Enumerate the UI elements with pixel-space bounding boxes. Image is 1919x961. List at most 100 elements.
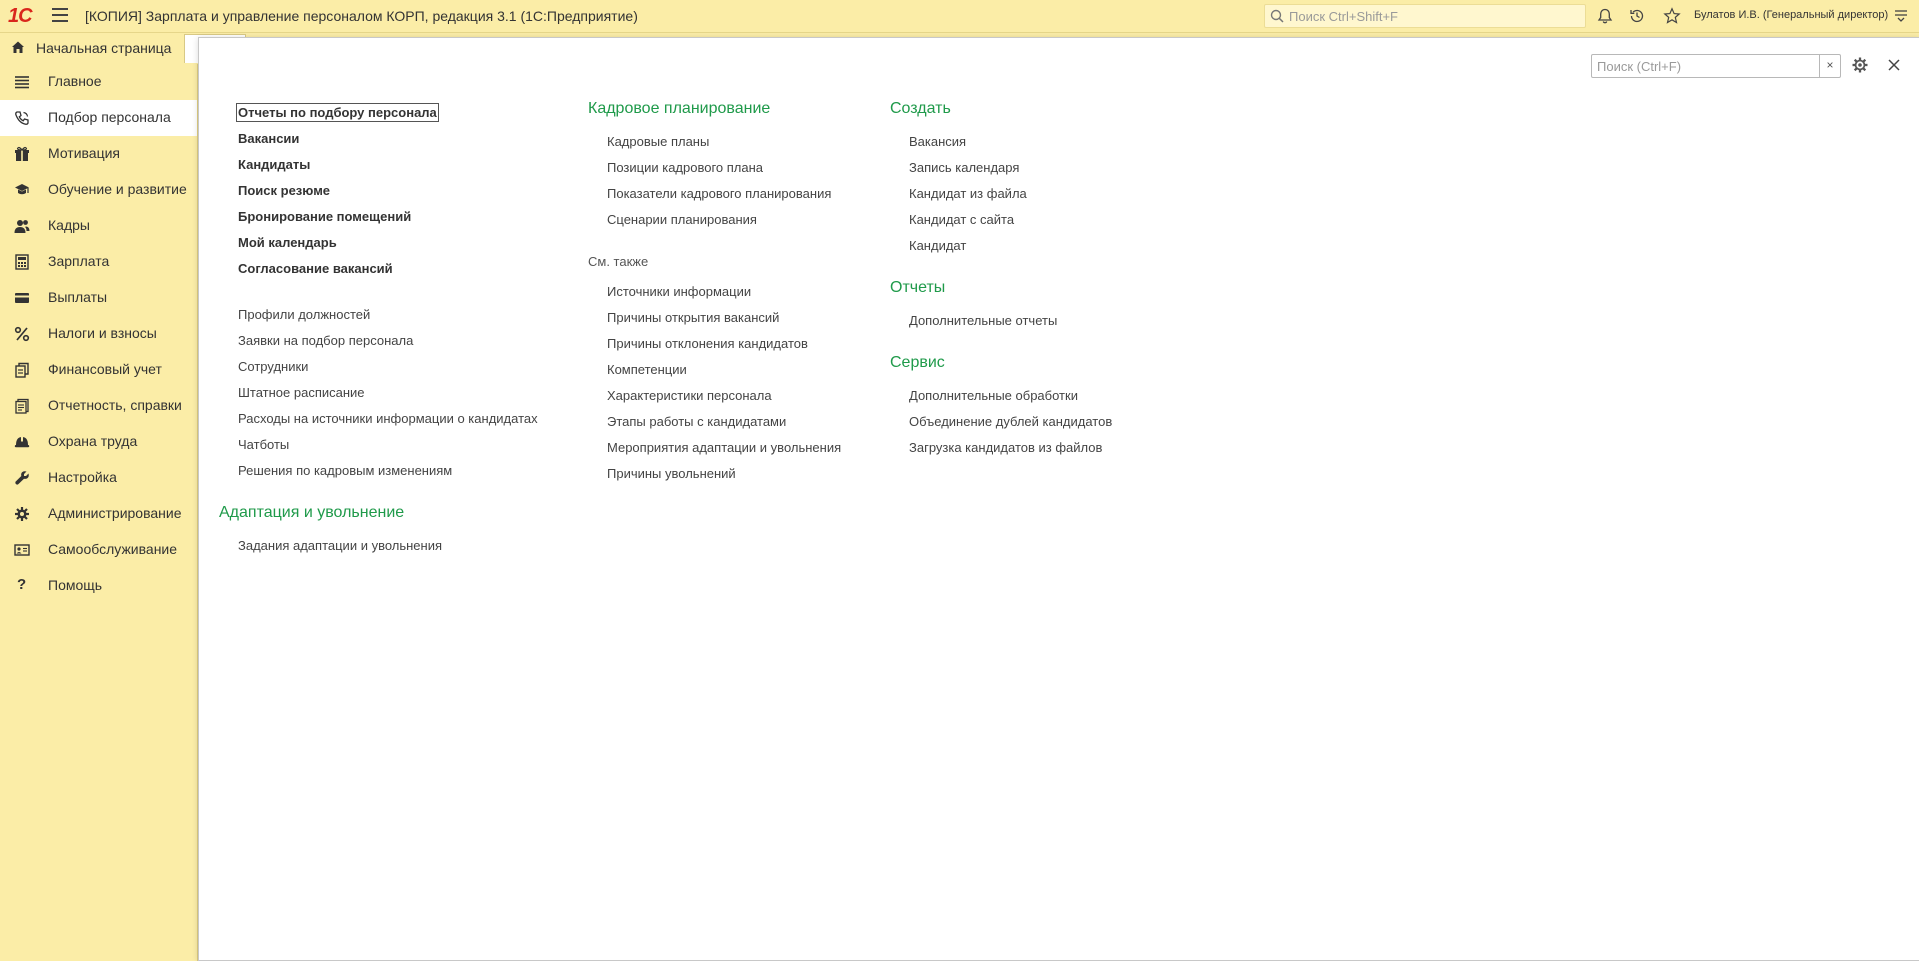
star-icon[interactable] bbox=[1663, 7, 1681, 25]
link-vacancies[interactable]: Вакансии bbox=[238, 131, 299, 146]
link-hr-planning-indicators[interactable]: Показатели кадрового планирования bbox=[607, 186, 831, 201]
sidebar-item-label: Кадры bbox=[48, 217, 90, 233]
link-my-calendar[interactable]: Мой календарь bbox=[238, 235, 337, 250]
section-title-create: Создать bbox=[890, 100, 951, 117]
link-create-candidate-from-site[interactable]: Кандидат с сайта bbox=[909, 212, 1014, 227]
link-resume-search[interactable]: Поиск резюме bbox=[238, 183, 330, 198]
section-function-panel: × Отчеты по подбору персонала Вакансии К… bbox=[198, 37, 1919, 961]
link-info-sources[interactable]: Источники информации bbox=[607, 284, 751, 299]
sidebar-item-labor-safety[interactable]: Охрана труда bbox=[0, 424, 197, 460]
sidebar-item-label: Обучение и развитие bbox=[48, 181, 187, 197]
link-hr-plan-positions[interactable]: Позиции кадрового плана bbox=[607, 160, 763, 175]
sidebar-item-help[interactable]: ? Помощь bbox=[0, 568, 197, 604]
settings-gear-icon[interactable] bbox=[1851, 56, 1869, 74]
link-vacancy-approval[interactable]: Согласование вакансий bbox=[238, 261, 393, 276]
link-dismissal-reasons[interactable]: Причины увольнений bbox=[607, 466, 736, 481]
current-user[interactable]: Булатов И.В. (Генеральный директор) bbox=[1694, 9, 1888, 21]
ledger-icon bbox=[15, 362, 29, 378]
phone-icon bbox=[15, 111, 29, 125]
link-planning-scenarios[interactable]: Сценарии планирования bbox=[607, 212, 757, 227]
link-create-calendar-entry[interactable]: Запись календаря bbox=[909, 160, 1019, 175]
section-title-adaptation: Адаптация и увольнение bbox=[219, 504, 405, 521]
sections-panel: Главное Подбор персонала Мотивация Обуче… bbox=[0, 64, 198, 961]
link-job-profiles[interactable]: Профили должностей bbox=[238, 307, 370, 322]
sidebar-item-main[interactable]: Главное bbox=[0, 64, 197, 100]
sidebar-item-motivation[interactable]: Мотивация bbox=[0, 136, 197, 172]
section-title-service: Сервис bbox=[890, 354, 945, 371]
global-search-input[interactable] bbox=[1287, 7, 1581, 26]
bell-icon[interactable] bbox=[1596, 7, 1614, 25]
gear-icon bbox=[15, 507, 29, 521]
link-hr-decisions[interactable]: Решения по кадровым изменениям bbox=[238, 463, 452, 478]
link-rejection-reasons[interactable]: Причины отклонения кандидатов bbox=[607, 336, 808, 351]
sidebar-item-training[interactable]: Обучение и развитие bbox=[0, 172, 197, 208]
link-merge-duplicates[interactable]: Объединение дублей кандидатов bbox=[909, 414, 1112, 429]
link-vacancy-reasons[interactable]: Причины открытия вакансий bbox=[607, 310, 779, 325]
sidebar-item-label: Финансовый учет bbox=[48, 361, 162, 377]
helmet-icon bbox=[14, 436, 30, 448]
sidebar-item-label: Охрана труда bbox=[48, 433, 138, 449]
1c-logo-icon[interactable]: 1С bbox=[8, 5, 33, 28]
link-room-booking[interactable]: Бронирование помещений bbox=[238, 209, 411, 224]
home-page-tab[interactable]: Начальная страница bbox=[0, 32, 197, 62]
sidebar-item-payments[interactable]: Выплаты bbox=[0, 280, 197, 316]
link-employees[interactable]: Сотрудники bbox=[238, 359, 308, 374]
link-adaptation-activities[interactable]: Мероприятия адаптации и увольнения bbox=[607, 440, 841, 455]
id-card-icon bbox=[14, 544, 30, 556]
sidebar-item-label: Подбор персонала bbox=[48, 109, 171, 125]
sidebar-item-settings[interactable]: Настройка bbox=[0, 460, 197, 496]
close-icon[interactable] bbox=[1886, 57, 1902, 73]
sidebar-item-label: Налоги и взносы bbox=[48, 325, 157, 341]
sidebar-item-administration[interactable]: Администрирование bbox=[0, 496, 197, 532]
link-recruitment-reports[interactable]: Отчеты по подбору персонала bbox=[236, 103, 439, 122]
link-recruitment-requests[interactable]: Заявки на подбор персонала bbox=[238, 333, 413, 348]
menu-lines-icon bbox=[15, 76, 29, 89]
link-source-expenses[interactable]: Расходы на источники информации о кандид… bbox=[238, 411, 538, 426]
link-candidate-stages[interactable]: Этапы работы с кандидатами bbox=[607, 414, 786, 429]
link-adaptation-tasks[interactable]: Задания адаптации и увольнения bbox=[238, 538, 442, 553]
link-create-candidate[interactable]: Кандидат bbox=[909, 238, 966, 253]
people-icon bbox=[14, 220, 30, 233]
sidebar-item-label: Выплаты bbox=[48, 289, 108, 305]
sidebar-item-label: Главное bbox=[48, 73, 102, 89]
app-title: [КОПИЯ] Зарплата и управление персоналом… bbox=[85, 8, 638, 24]
panel-search-input[interactable] bbox=[1595, 57, 1819, 76]
link-personnel-characteristics[interactable]: Характеристики персонала bbox=[607, 388, 772, 403]
link-hr-plans[interactable]: Кадровые планы bbox=[607, 134, 709, 149]
system-menu-icon[interactable] bbox=[1894, 8, 1908, 22]
section-title-hr-planning: Кадровое планирование bbox=[588, 100, 771, 117]
sidebar-item-hr[interactable]: Кадры bbox=[0, 208, 197, 244]
section-title-reports: Отчеты bbox=[890, 279, 946, 296]
link-additional-processing[interactable]: Дополнительные обработки bbox=[909, 388, 1078, 403]
calculator-icon bbox=[15, 254, 29, 270]
sidebar-item-label: Мотивация bbox=[48, 145, 121, 161]
link-competencies[interactable]: Компетенции bbox=[607, 362, 687, 377]
sidebar-item-reports[interactable]: Отчетность, справки bbox=[0, 388, 197, 424]
main-menu-icon[interactable] bbox=[52, 8, 68, 22]
sidebar-item-salary[interactable]: Зарплата bbox=[0, 244, 197, 280]
link-additional-reports[interactable]: Дополнительные отчеты bbox=[909, 313, 1057, 328]
sidebar-item-label: Зарплата bbox=[48, 253, 110, 269]
question-icon: ? bbox=[17, 576, 27, 593]
sidebar-item-label: Самообслуживание bbox=[48, 541, 178, 557]
sidebar-item-label: Администрирование bbox=[48, 505, 182, 521]
link-staff-schedule[interactable]: Штатное расписание bbox=[238, 385, 365, 400]
panel-search[interactable]: × bbox=[1591, 54, 1841, 78]
sidebar-item-taxes[interactable]: Налоги и взносы bbox=[0, 316, 197, 352]
sidebar-item-recruitment[interactable]: Подбор персонала bbox=[0, 100, 197, 136]
card-icon bbox=[15, 293, 29, 303]
link-create-vacancy[interactable]: Вакансия bbox=[909, 134, 966, 149]
home-icon bbox=[12, 41, 24, 53]
link-load-candidates[interactable]: Загрузка кандидатов из файлов bbox=[909, 440, 1102, 455]
sidebar-item-finance[interactable]: Финансовый учет bbox=[0, 352, 197, 388]
home-tab-label: Начальная страница bbox=[36, 40, 172, 56]
clear-search-button[interactable]: × bbox=[1819, 55, 1840, 77]
link-create-candidate-from-file[interactable]: Кандидат из файла bbox=[909, 186, 1027, 201]
global-search[interactable] bbox=[1264, 4, 1586, 28]
link-candidates[interactable]: Кандидаты bbox=[238, 157, 310, 172]
history-icon[interactable] bbox=[1628, 7, 1646, 25]
link-chatbots[interactable]: Чатботы bbox=[238, 437, 289, 452]
sidebar-item-label: Настройка bbox=[48, 469, 117, 485]
sidebar-item-self-service[interactable]: Самообслуживание bbox=[0, 532, 197, 568]
graduation-cap-icon bbox=[15, 184, 29, 195]
